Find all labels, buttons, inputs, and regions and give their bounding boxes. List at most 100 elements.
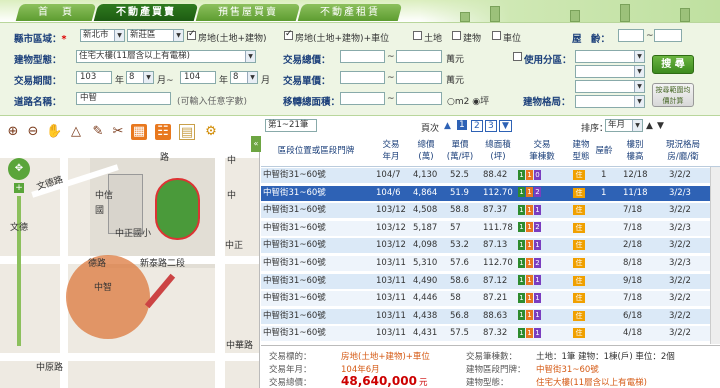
table-row[interactable]: 中智街31~60號 103/12 5,187 57 111.78 1 1 2 住 7/18 3/2/…: [261, 220, 710, 236]
to-year-input[interactable]: 104: [180, 71, 216, 84]
use-zone-select-1[interactable]: ▼: [575, 50, 645, 63]
land-label: 土地: [424, 34, 443, 44]
table-row[interactable]: 中智街31~60號 104/7 4,130 52.5 88.42 1 1 0 住 1 12/18 3/…: [261, 168, 710, 183]
use-zone-select-2[interactable]: ▼: [575, 65, 645, 78]
school-building: [108, 174, 143, 234]
zoom-out-icon[interactable]: ⊖: [25, 124, 41, 140]
layout-label: 建物格局：: [523, 97, 571, 108]
use-zone-checkbox[interactable]: [513, 52, 522, 61]
table-row[interactable]: 中智街31~60號 103/11 4,446 58 87.21 1 1 1 住 7/18 3/2/2: [261, 291, 710, 307]
table-cell-address: 中智街31~60號: [263, 187, 326, 198]
pan-control-icon[interactable]: ✥: [8, 158, 30, 180]
tab-rental[interactable]: 不動產租賃: [297, 4, 403, 21]
table-cell-count: 111: [518, 238, 542, 253]
page-2-link[interactable]: 2: [471, 120, 483, 132]
table-row[interactable]: 中智街31~60號 103/11 4,431 57.5 87.32 1 1 1 住 4/18 3/2…: [261, 326, 710, 342]
count-badge: 1: [518, 204, 525, 215]
to-month-unit: 月: [261, 76, 271, 86]
col-date: 交易 年月: [382, 140, 400, 162]
table-cell-layout: 3/2/2: [669, 328, 691, 339]
use-zone-select-4[interactable]: ▼: [575, 95, 645, 108]
use-zone-select-3[interactable]: ▼: [575, 80, 645, 93]
land-checkbox[interactable]: [413, 31, 422, 40]
tab-home[interactable]: 首 頁: [15, 4, 97, 21]
land-building-parking-label: 房地(土地+建物)+車位: [295, 34, 390, 44]
table-cell-address: 中智街31~60號: [263, 205, 326, 216]
land-building-parking-checkbox[interactable]: [284, 29, 293, 40]
grid-icon[interactable]: ▤: [179, 124, 195, 140]
table-cell-date: 103/11: [376, 275, 406, 286]
page-1-link[interactable]: 1: [457, 120, 467, 130]
count-badge: 1: [518, 310, 525, 321]
tab-real-estate-sale[interactable]: 不動產買賣: [93, 4, 199, 21]
legend-icon[interactable]: ☷: [155, 124, 171, 140]
map-nav-control[interactable]: ✥ +: [8, 158, 34, 346]
count-badge: 1: [526, 187, 533, 198]
search-button[interactable]: 搜 尋: [652, 55, 694, 74]
pan-hand-icon[interactable]: ✋: [46, 124, 62, 140]
table-row[interactable]: 中智街31~60號 103/11 4,490 58.6 87.12 1 1 1 住 9/18 3/2…: [261, 273, 710, 289]
area-min-input[interactable]: [340, 92, 385, 105]
table-cell-area: 87.13: [483, 240, 508, 251]
collapse-panel-button[interactable]: «: [251, 136, 261, 152]
detail-location-label: 建物區段門牌：: [466, 365, 526, 375]
to-month-select[interactable]: 8 ▼: [230, 71, 258, 84]
table-row[interactable]: 中智街31~60號 103/11 4,438 56.8 88.63 1 1 1 住 6/18 3/2…: [261, 308, 710, 324]
map-view[interactable]: ✥ + 路 文德路 中信 國 中正國小 德路 新泰路二段 中智 中 中 文德 中…: [0, 148, 260, 388]
sort-select[interactable]: 年月 ▼: [605, 119, 643, 132]
map-toolbar: ⊕ ⊖ ✋ △ ✎ ✂ ▦ ☷ ▤ ⚙: [0, 118, 260, 148]
page-prev-icon[interactable]: ▲: [444, 121, 451, 131]
range-select[interactable]: 第1~21筆: [265, 119, 317, 132]
age-max-input[interactable]: [654, 29, 682, 42]
table-row[interactable]: 中智街31~60號 104/6 4,864 51.9 112.70 1 1 2 住 1 11/18 3…: [261, 185, 710, 201]
sort-desc-icon[interactable]: ▼: [657, 121, 664, 131]
zoom-slider[interactable]: [17, 196, 21, 346]
average-price-calc-button[interactable]: 按尋範圍均價計算: [652, 83, 694, 107]
table-cell-layout: 3/2/2: [669, 310, 691, 321]
road-name-input[interactable]: 中智: [76, 92, 171, 105]
paint-icon[interactable]: ✎: [90, 124, 106, 140]
page-3-link[interactable]: 3: [485, 120, 497, 132]
table-cell-type: 住: [573, 328, 585, 339]
table-cell-level: 2/18: [623, 240, 643, 251]
table-cell-date: 103/11: [376, 258, 406, 268]
parking-checkbox[interactable]: [492, 31, 501, 40]
table-header: 區段位置或區段門牌 交易 年月 總價 (萬) 單價 (萬/坪) 總面積 (坪) …: [261, 135, 720, 167]
page-next-icon[interactable]: ▼: [499, 120, 512, 132]
age-min-input[interactable]: [618, 29, 644, 42]
pin-icon[interactable]: ✂: [110, 124, 126, 140]
unit-price-max-input[interactable]: [396, 71, 442, 84]
sort-asc-icon[interactable]: ▲: [646, 121, 653, 131]
table-cell-address: 中智街31~60號: [263, 293, 326, 304]
unit-price-min-input[interactable]: [340, 71, 385, 84]
from-year-input[interactable]: 103: [76, 71, 112, 84]
total-price-label: 交易總價：: [283, 55, 331, 66]
table-cell-type: 住: [573, 205, 585, 216]
zoom-plus-icon[interactable]: +: [14, 183, 24, 193]
county-select[interactable]: 新北市 ▼: [80, 29, 125, 42]
settings-icon[interactable]: ⚙: [203, 124, 219, 140]
land-building-checkbox[interactable]: [187, 29, 196, 40]
period-label: 交易期間：: [14, 76, 62, 87]
col-layout: 現況格局 房/廳/衛: [665, 140, 700, 162]
measure-icon[interactable]: △: [68, 124, 84, 140]
table-row[interactable]: 中智街31~60號 103/12 4,508 58.8 87.37 1 1 1 住 7/18 3/2…: [261, 203, 710, 219]
building-checkbox[interactable]: [452, 31, 461, 40]
total-price-max-input[interactable]: [396, 50, 442, 63]
total-price-min-input[interactable]: [340, 50, 385, 63]
table-scrollbar[interactable]: [710, 167, 720, 344]
zoom-in-icon[interactable]: ⊕: [5, 124, 21, 140]
area-unit-radios[interactable]: ○m2 ◉坪: [447, 94, 489, 107]
tab-presale[interactable]: 預售屋買賣: [195, 4, 301, 21]
building-type-select[interactable]: 住宅大樓(11層含以上有電梯) ▼: [76, 50, 256, 63]
layer-icon[interactable]: ▦: [131, 124, 147, 140]
table-row[interactable]: 中智街31~60號 103/12 4,098 53.2 87.13 1 1 1 住 2/18 3/2…: [261, 238, 710, 254]
area-max-input[interactable]: [396, 92, 442, 105]
from-month-select[interactable]: 8 ▼: [126, 71, 154, 84]
col-age: 屋齡: [595, 146, 613, 156]
table-row[interactable]: 中智街31~60號 103/11 5,310 57.6 112.70 1 1 2 住 8/18 3/…: [261, 256, 710, 271]
table-cell-area: 88.63: [483, 310, 508, 321]
district-select[interactable]: 新莊區 ▼: [127, 29, 184, 42]
table-cell-total: 4,438: [413, 310, 438, 321]
total-price-separator: ~: [387, 52, 395, 62]
